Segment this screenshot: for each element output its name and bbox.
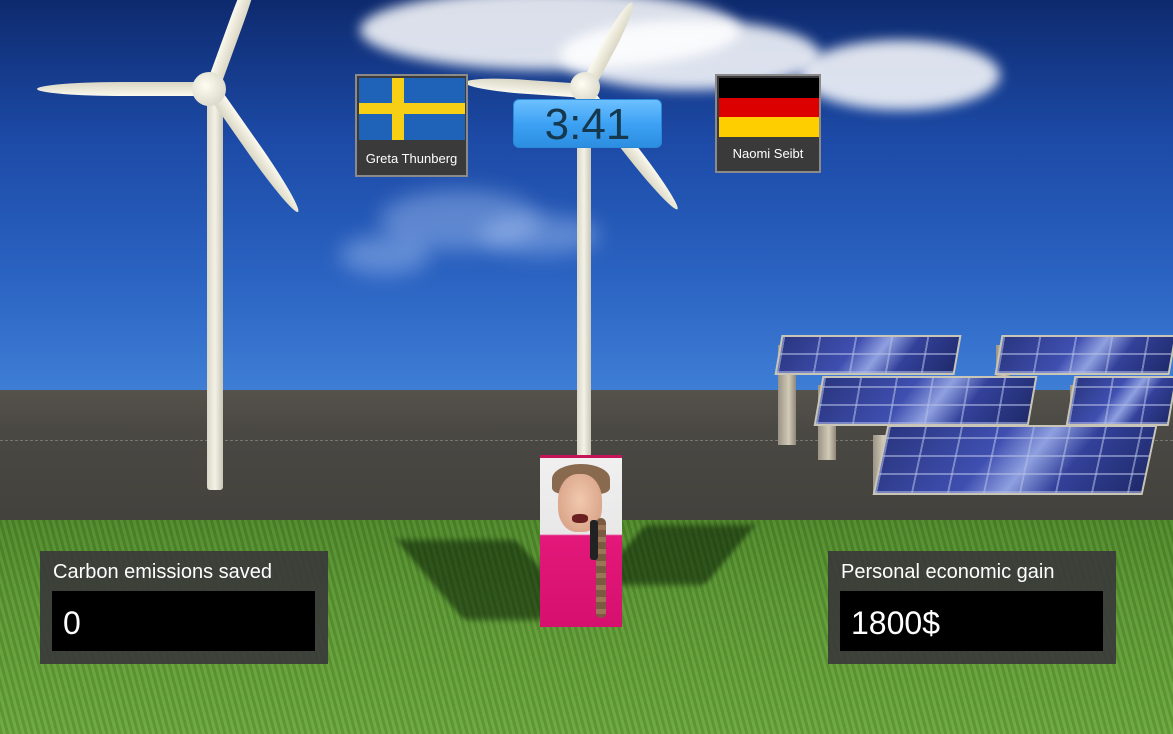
germany-flag-icon	[719, 78, 819, 137]
economic-gain-value-box: 1800$	[840, 591, 1103, 651]
cloud	[800, 40, 1000, 110]
economic-gain-value: 1800$	[851, 605, 940, 641]
cloud	[340, 235, 430, 275]
economic-gain-label: Personal economic gain	[841, 561, 1055, 583]
carbon-emissions-value-box: 0	[52, 591, 315, 651]
carbon-emissions-label: Carbon emissions saved	[53, 561, 272, 583]
player-name-right: Naomi Seibt	[732, 146, 804, 161]
portrait-mouth	[572, 514, 588, 523]
player-card-naomi: Naomi Seibt	[715, 74, 821, 173]
carbon-emissions-panel: Carbon emissions saved 0	[40, 551, 328, 664]
economic-gain-panel: Personal economic gain 1800$	[828, 551, 1116, 664]
microphone-icon	[590, 520, 598, 560]
carbon-emissions-value: 0	[63, 605, 81, 641]
player-name-left: Greta Thunberg	[365, 151, 458, 166]
player-character-portrait[interactable]	[540, 455, 622, 627]
sweden-flag-icon	[359, 78, 465, 140]
player-card-greta: Greta Thunberg	[355, 74, 468, 177]
countdown-timer: 3:41	[513, 99, 662, 149]
